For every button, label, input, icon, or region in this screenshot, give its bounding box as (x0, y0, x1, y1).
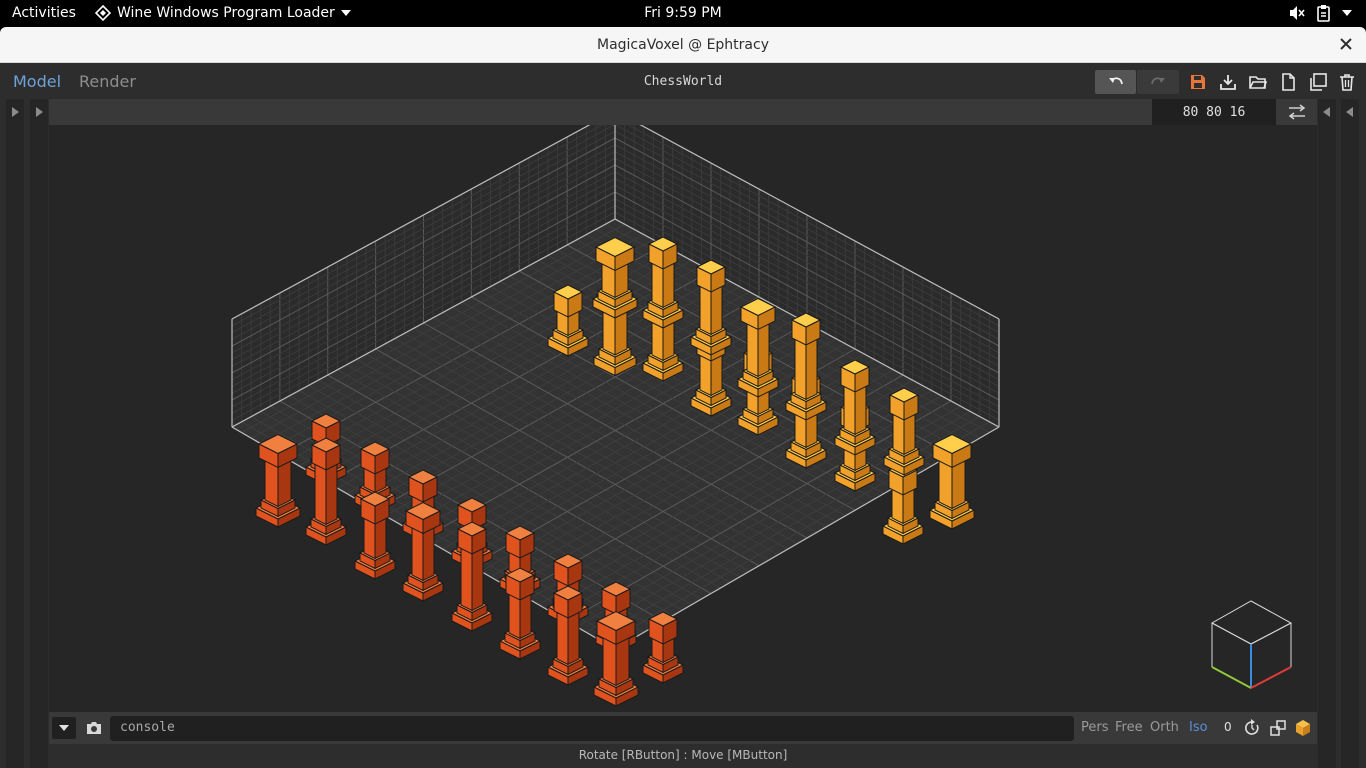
camera-icon (87, 722, 101, 734)
undo-icon (1108, 77, 1123, 85)
chevron-down-icon (340, 10, 351, 16)
body-right (471, 546, 484, 612)
download-icon[interactable] (1219, 73, 1237, 91)
clipboard-icon[interactable] (1316, 4, 1332, 22)
expand-right-icon[interactable] (33, 106, 45, 118)
chess-piece[interactable] (401, 501, 445, 602)
wine-app-icon (95, 5, 111, 21)
chess-piece[interactable] (498, 567, 542, 660)
system-top-bar: Activities Wine Windows Program Loader F… (0, 0, 1366, 27)
chess-piece[interactable] (254, 433, 302, 528)
frame-icon[interactable] (1269, 719, 1287, 737)
model-size-field[interactable]: 80 80 16 (1152, 99, 1276, 125)
activities-button[interactable]: Activities (12, 5, 76, 21)
view-mode-pers[interactable]: Pers (1081, 720, 1109, 735)
right-panel-strip-1[interactable] (1318, 99, 1336, 768)
reset-icon[interactable] (1243, 719, 1261, 737)
right-panel-strip-2[interactable] (1341, 99, 1359, 768)
expand-right-icon[interactable] (9, 106, 21, 118)
body-left (556, 610, 569, 666)
close-icon[interactable] (1338, 36, 1354, 52)
swap-icon[interactable] (1284, 104, 1310, 120)
redo-icon (1151, 77, 1165, 85)
body-left (460, 546, 473, 612)
app-menu-label: Wine Windows Program Loader (117, 5, 335, 21)
save-icon[interactable] (1189, 73, 1207, 91)
body-left (843, 384, 856, 436)
view-mode-free[interactable]: Free (1115, 720, 1143, 735)
body-left (699, 284, 712, 336)
window-title: MagicaVoxel @ Ephtracy (596, 37, 769, 53)
window-titlebar[interactable]: MagicaVoxel @ Ephtracy (0, 27, 1366, 63)
body-right (567, 610, 580, 666)
viewport-header-bar (49, 99, 1317, 125)
body-left (651, 261, 664, 309)
trash-icon[interactable] (1338, 73, 1356, 91)
chevron-down-icon (59, 725, 69, 731)
file-name: ChessWorld (643, 74, 723, 89)
box-icon[interactable] (1294, 719, 1312, 737)
chess-piece[interactable] (304, 437, 348, 546)
body-left (314, 462, 327, 526)
app-menu[interactable]: Wine Windows Program Loader (95, 5, 351, 21)
clock[interactable]: Fri 9:59 PM (644, 5, 722, 21)
body-left (746, 320, 759, 378)
expand-left-icon[interactable] (1321, 106, 1333, 118)
body-right (325, 462, 338, 526)
chevron-down-icon[interactable] (1342, 9, 1352, 17)
console-toggle-button[interactable] (52, 717, 76, 739)
orientation-cube-gizmo[interactable] (1210, 600, 1293, 710)
body-left (508, 592, 521, 640)
new-file-icon[interactable] (1279, 73, 1297, 91)
chess-piece[interactable] (641, 611, 685, 684)
screenshot-button[interactable] (82, 717, 106, 739)
console-input[interactable]: console (110, 716, 1074, 741)
body-right (757, 320, 770, 378)
body-right (662, 261, 675, 309)
chess-piece[interactable] (592, 610, 640, 707)
copy-icon[interactable] (1309, 73, 1327, 91)
chess-piece[interactable] (928, 433, 976, 530)
status-hint: Rotate [RButton] : Move [MButton] (578, 748, 788, 762)
main-toolbar: Model Render ChessWorld (0, 63, 1366, 99)
body-left (411, 524, 424, 582)
redo-button[interactable] (1137, 70, 1179, 94)
undo-button[interactable] (1095, 70, 1136, 94)
tab-render[interactable]: Render (79, 72, 136, 91)
view-mode-orth[interactable]: Orth (1150, 720, 1179, 735)
volume-muted-icon[interactable] (1288, 4, 1306, 22)
chess-piece[interactable] (546, 585, 590, 686)
chess-piece[interactable] (353, 491, 397, 580)
body-right (805, 337, 818, 401)
left-panel-strip-1[interactable] (6, 99, 24, 768)
folder-open-icon[interactable] (1249, 73, 1267, 91)
chess-piece[interactable] (450, 521, 494, 632)
body-left (794, 337, 807, 401)
system-tray[interactable] (1288, 4, 1352, 22)
body-right (710, 284, 723, 336)
body-right (854, 384, 867, 436)
magicavoxel-app: Model Render ChessWorld 80 80 16 console… (0, 63, 1366, 768)
left-panel-strip-2[interactable] (30, 99, 48, 768)
body-right (422, 524, 435, 582)
3d-viewport[interactable] (49, 125, 1317, 712)
expand-left-icon[interactable] (1344, 106, 1356, 118)
body-right (519, 592, 532, 640)
view-mode-iso[interactable]: Iso (1189, 720, 1208, 735)
voxel-scene[interactable] (49, 125, 1317, 712)
chess-piece[interactable] (881, 462, 925, 545)
view-counter[interactable]: 0 (1224, 720, 1232, 734)
tab-model[interactable]: Model (13, 72, 61, 91)
